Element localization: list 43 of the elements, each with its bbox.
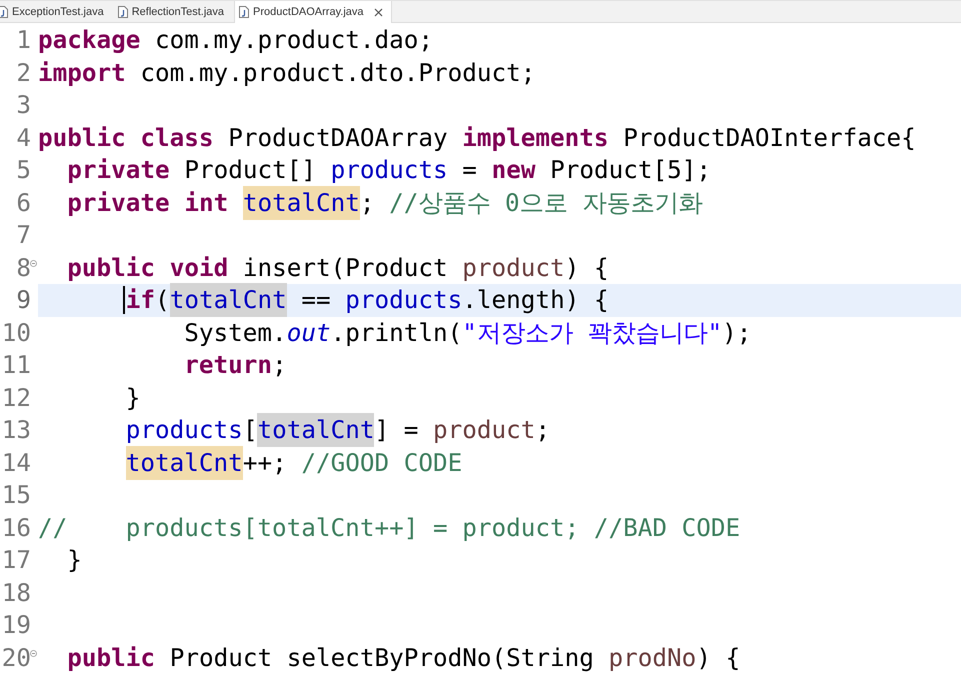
line-number: 4	[15, 126, 31, 150]
code-line: private int totalCnt; //상품수 0으로 자동초기화	[38, 186, 961, 219]
close-icon[interactable]	[374, 8, 382, 16]
code-line: private Product[] products = new Product[5];	[66, 154, 712, 186]
line-number: 10	[0, 320, 31, 345]
line-number: 16	[0, 516, 31, 540]
code-line: public class ProductDAOArray implements ProductDAOInterface{	[38, 122, 917, 154]
code-line: System.out.println("저장소가 꽉찼습니다");	[183, 316, 752, 349]
code-line: totalCnt++; //GOOD CODE	[38, 446, 961, 479]
code-line: }	[66, 544, 83, 576]
line-number: 6	[15, 190, 31, 215]
line-number: 11	[0, 353, 31, 378]
line-number: 2	[15, 60, 31, 85]
code-line: // products[totalCnt++] = product; //BAD CODE	[38, 512, 742, 544]
java-file-icon	[0, 6, 8, 18]
line-number: 14	[0, 450, 31, 475]
editor-tab[interactable]: ProductDAOArray.java	[234, 1, 392, 23]
code-line: return;	[183, 349, 288, 382]
line-number: 18	[0, 580, 31, 605]
code-line: public void insert(Product product) {	[66, 252, 610, 284]
code-line: }	[124, 382, 142, 414]
collapse-icon[interactable]	[30, 260, 37, 266]
java-file-icon	[118, 6, 128, 18]
editor-tab[interactable]: ExceptionTest.java	[0, 1, 114, 22]
code-line: import com.my.product.dto.Product;	[38, 56, 536, 89]
line-number: 7	[15, 223, 31, 248]
collapse-icon[interactable]	[30, 650, 37, 656]
line-number: 8	[15, 256, 31, 280]
line-number: 13	[0, 418, 31, 442]
code-line: package com.my.product.dao;	[38, 24, 434, 56]
line-number: 9	[15, 288, 31, 312]
line-number: 3	[15, 93, 31, 118]
java-file-icon	[239, 6, 250, 18]
line-number: 19	[0, 613, 31, 638]
code-line: products[totalCnt] = product;	[38, 414, 961, 446]
line-number: 5	[15, 158, 31, 182]
line-number: 17	[0, 548, 31, 572]
line-number: 15	[0, 483, 31, 508]
editor-tab[interactable]: ReflectionTest.java	[114, 1, 234, 22]
code-line: public Product selectByProdNo(String prodNo) {	[66, 642, 742, 674]
line-number: 12	[0, 386, 31, 410]
line-number: 20	[0, 646, 31, 670]
line-number: 1	[15, 28, 31, 52]
